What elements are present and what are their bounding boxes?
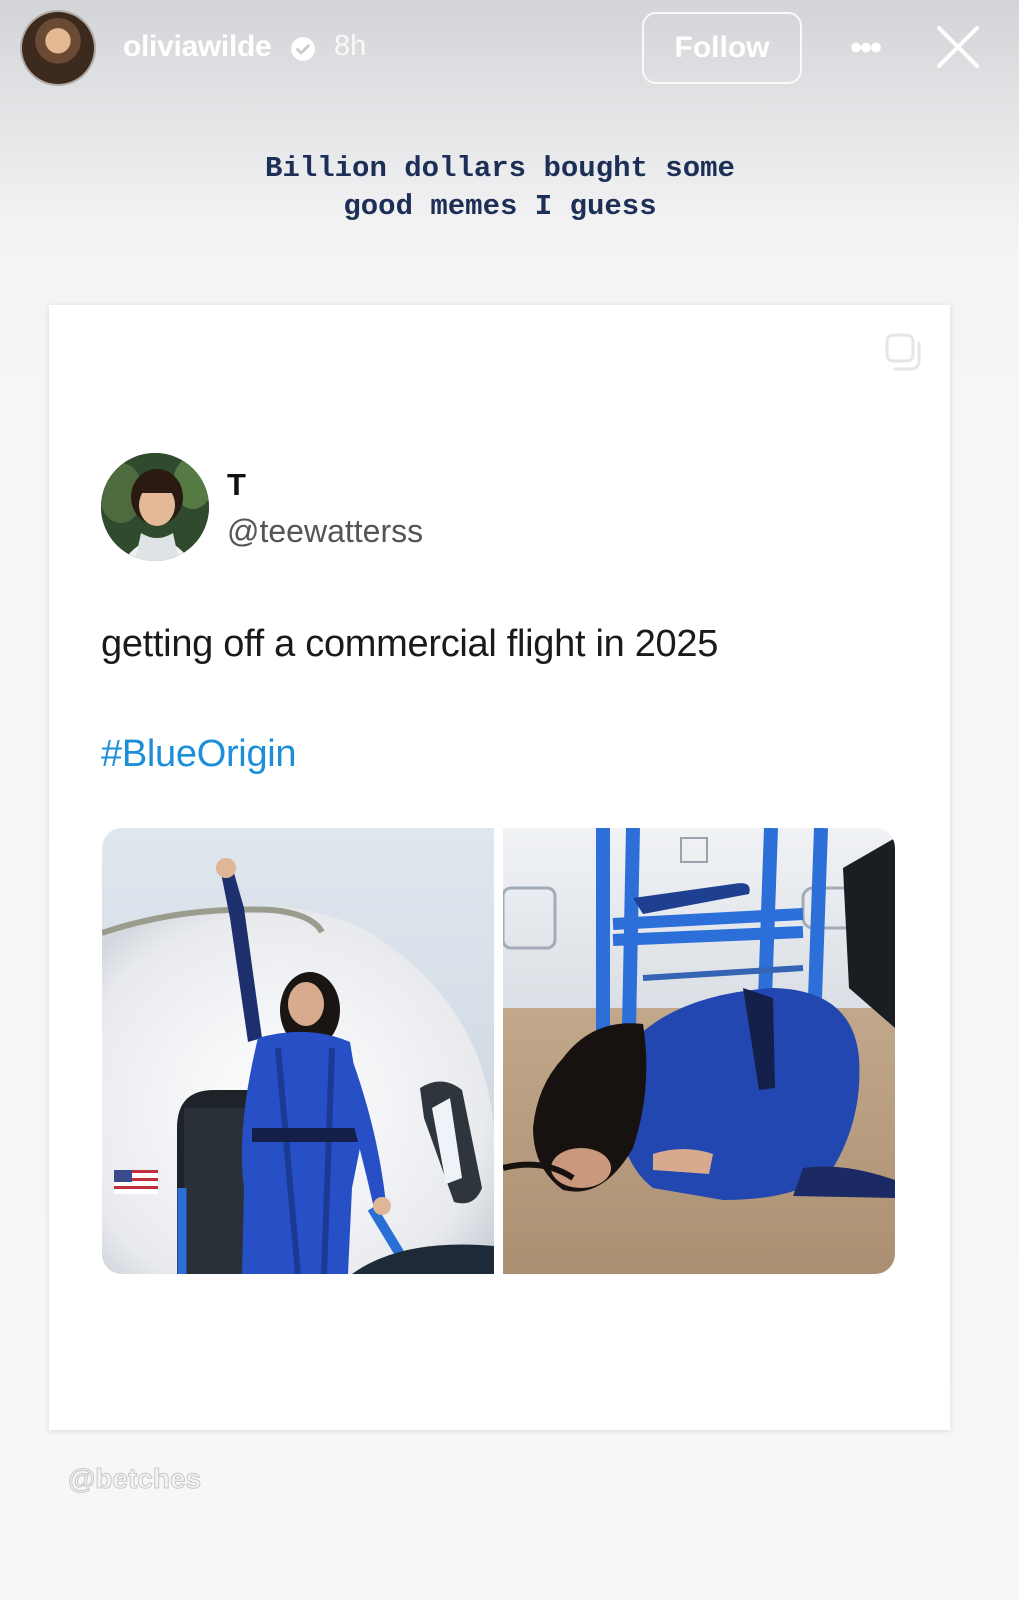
story-timestamp: 8h xyxy=(334,30,367,62)
story-header: oliviawilde 8h Follow ••• xyxy=(0,0,1019,100)
close-icon[interactable] xyxy=(933,22,983,72)
tweet-photo-left[interactable] xyxy=(102,828,494,1274)
verified-badge-icon xyxy=(291,37,315,61)
caption-line-2: good memes I guess xyxy=(343,190,657,223)
user-avatar[interactable] xyxy=(20,10,96,86)
caption-line-1: Billion dollars bought some xyxy=(265,152,735,185)
reposted-tweet-card[interactable]: T @teewatterss getting off a commercial … xyxy=(49,305,950,1430)
follow-button[interactable]: Follow xyxy=(642,12,802,84)
repost-source-watermark: @betches xyxy=(67,1463,202,1495)
tweet-text: getting off a commercial flight in 2025 xyxy=(101,623,719,665)
tweet-photo-right[interactable] xyxy=(503,828,895,1274)
tweet-hashtag[interactable]: #BlueOrigin xyxy=(101,733,297,776)
story-username[interactable]: oliviawilde xyxy=(123,30,272,64)
tweet-display-name: T xyxy=(227,467,246,502)
tweet-photo-grid xyxy=(102,828,895,1274)
copy-icon[interactable] xyxy=(881,329,925,373)
tweet-author-avatar[interactable] xyxy=(101,453,209,561)
story-caption: Billion dollars bought some good memes I… xyxy=(0,150,1000,226)
more-options-icon[interactable]: ••• xyxy=(846,30,884,66)
tweet-handle[interactable]: @teewatterss xyxy=(227,513,423,550)
